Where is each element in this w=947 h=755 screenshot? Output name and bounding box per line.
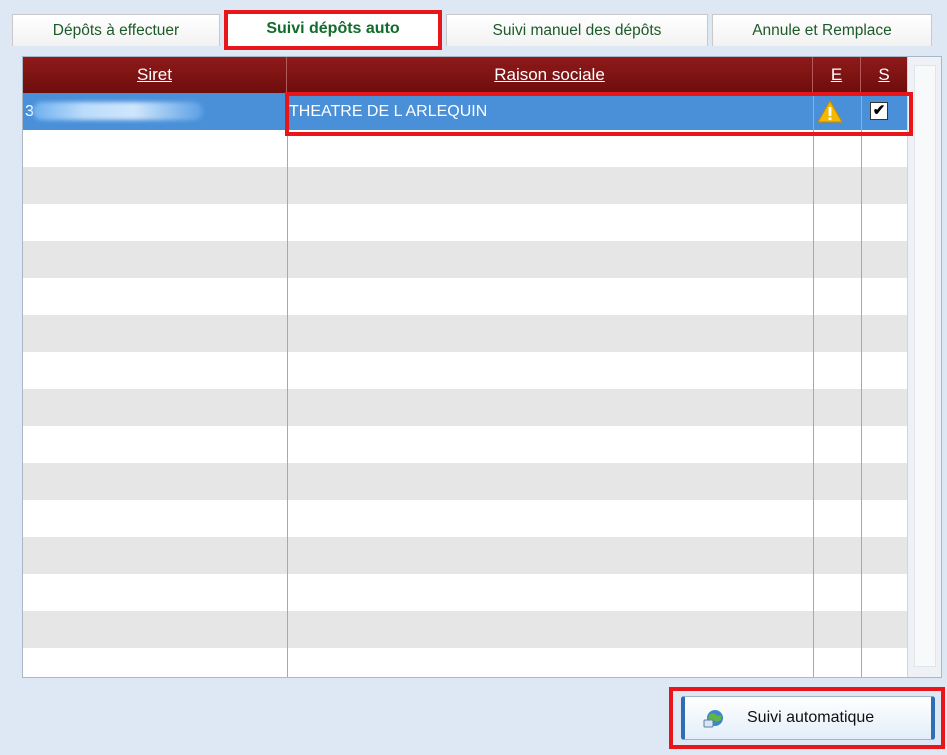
column-header-s[interactable]: S [861, 57, 907, 93]
table-row[interactable] [23, 352, 907, 389]
table-row[interactable] [23, 500, 907, 537]
sync-globe-icon [703, 710, 723, 728]
vertical-scrollbar[interactable] [907, 57, 941, 677]
depots-grid: Siret Raison sociale E S 3 THEATRE DE L … [22, 56, 942, 678]
column-divider [813, 93, 814, 677]
tab-suivi-depots-auto[interactable]: Suivi dépôts auto [224, 10, 442, 50]
grid-body: 3 THEATRE DE L ARLEQUIN ✔ [23, 93, 907, 677]
table-row[interactable] [23, 315, 907, 352]
cell-siret: 3 [23, 93, 287, 130]
table-row[interactable] [23, 611, 907, 648]
table-row[interactable] [23, 537, 907, 574]
tab-bar: Dépôts à effectuer Suivi dépôts auto Sui… [12, 10, 940, 50]
tab-suivi-manuel-depots[interactable]: Suivi manuel des dépôts [446, 14, 708, 46]
table-row[interactable] [23, 241, 907, 278]
table-row[interactable] [23, 648, 907, 677]
table-row[interactable] [23, 574, 907, 611]
row-highlight-frame [285, 92, 913, 136]
suivi-automatique-button[interactable]: Suivi automatique [681, 696, 935, 740]
column-divider [287, 93, 288, 677]
redacted-siret [33, 102, 203, 120]
column-divider [861, 93, 862, 677]
column-header-e[interactable]: E [813, 57, 861, 93]
column-header-raison-sociale[interactable]: Raison sociale [287, 57, 813, 93]
table-row[interactable] [23, 167, 907, 204]
app-panel: Dépôts à effectuer Suivi dépôts auto Sui… [0, 0, 947, 755]
tab-depots-a-effectuer[interactable]: Dépôts à effectuer [12, 14, 220, 46]
column-header-siret[interactable]: Siret [23, 57, 287, 93]
table-row[interactable] [23, 278, 907, 315]
grid-header: Siret Raison sociale E S [23, 57, 907, 93]
table-row[interactable] [23, 463, 907, 500]
scrollbar-thumb[interactable] [914, 65, 936, 667]
table-row[interactable] [23, 426, 907, 463]
tab-annule-et-remplace[interactable]: Annule et Remplace [712, 14, 932, 46]
suivi-automatique-label: Suivi automatique [747, 709, 875, 726]
table-row[interactable] [23, 389, 907, 426]
table-row[interactable] [23, 204, 907, 241]
